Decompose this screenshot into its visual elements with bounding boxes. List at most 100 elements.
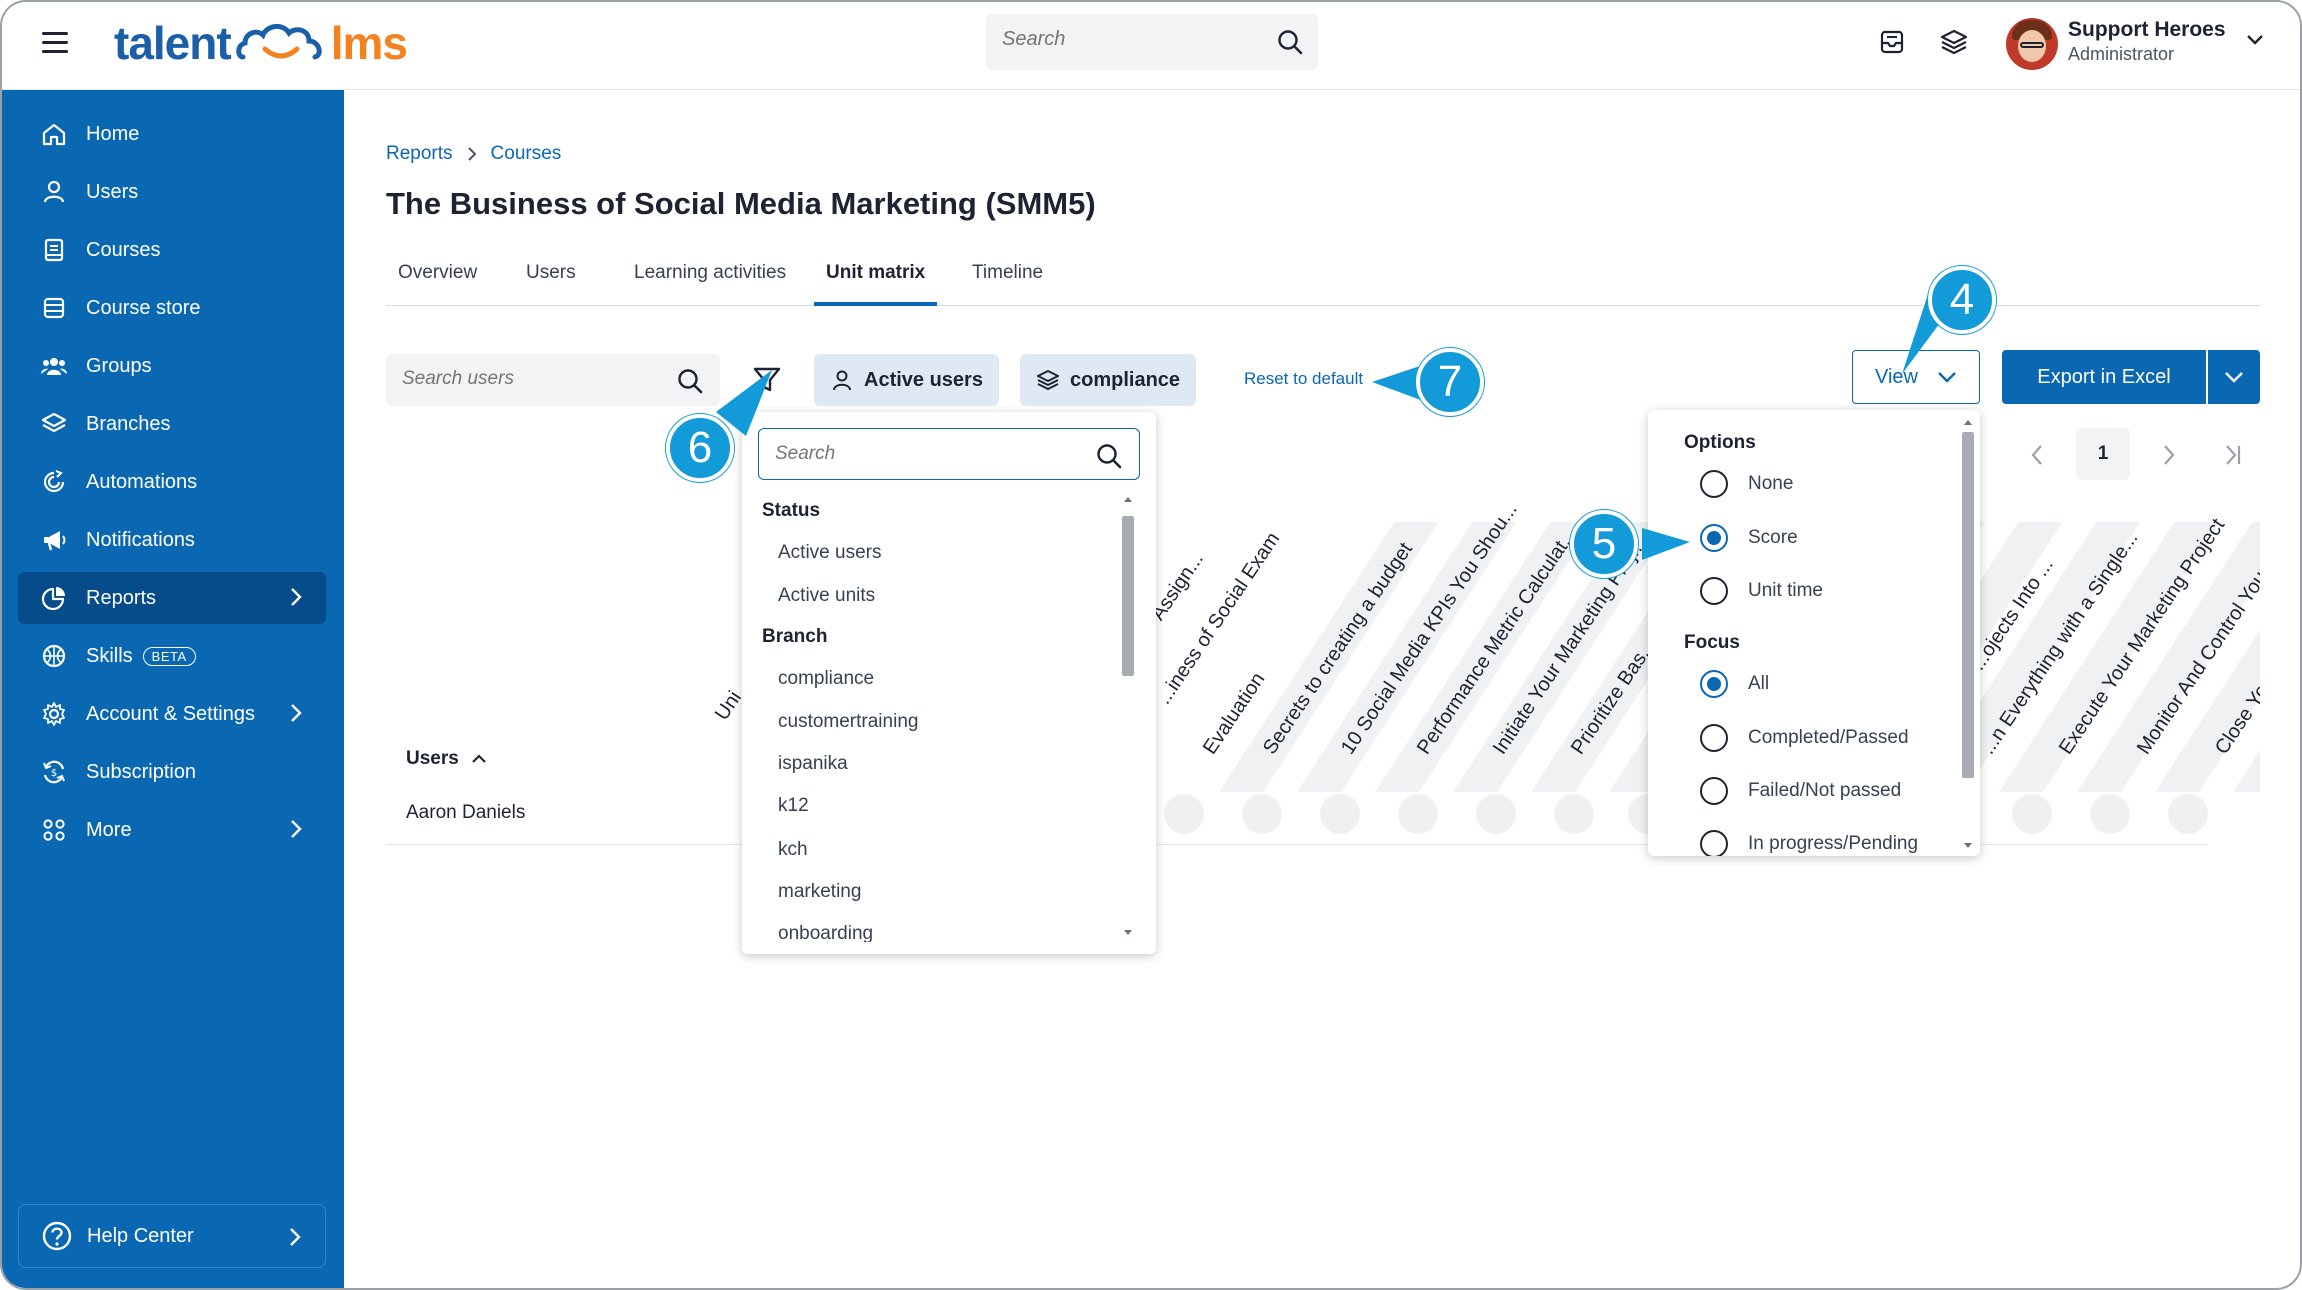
export-options-button[interactable]	[2208, 350, 2260, 404]
unit-status-cell[interactable]	[2090, 794, 2130, 834]
filter-list-clip: onboarding	[742, 920, 1120, 942]
table-row-user-name[interactable]: Aaron Daniels	[406, 802, 525, 824]
search-icon[interactable]	[676, 367, 704, 395]
unit-status-cell[interactable]	[1554, 794, 1594, 834]
radio-button[interactable]	[1700, 777, 1728, 805]
view-option-none[interactable]: None	[1700, 468, 1793, 500]
scroll-down-icon[interactable]	[1122, 928, 1134, 938]
tab-users[interactable]: Users	[514, 262, 588, 306]
view-group-options: Options	[1684, 432, 1756, 453]
reset-to-default-link[interactable]: Reset to default	[1244, 369, 1363, 389]
help-center-button[interactable]: Help Center	[18, 1204, 326, 1268]
global-search[interactable]	[986, 14, 1318, 70]
sidebar-item-label: More	[86, 818, 132, 841]
unit-status-cell[interactable]	[1320, 794, 1360, 834]
sidebar-item-subscription[interactable]: $ Subscription	[18, 746, 326, 798]
breadcrumb-reports-link[interactable]: Reports	[386, 143, 453, 165]
view-option-unit-time[interactable]: Unit time	[1700, 575, 1823, 607]
tab-unit-matrix[interactable]: Unit matrix	[814, 262, 938, 306]
unit-column-header[interactable]: Assign...	[1147, 549, 1209, 625]
radio-button[interactable]	[1700, 470, 1728, 498]
view-scrollbar[interactable]	[1960, 418, 1976, 850]
unit-status-cell[interactable]	[1242, 794, 1282, 834]
sidebar-item-users[interactable]: Users	[18, 166, 326, 218]
sidebar-item-more[interactable]: More	[18, 804, 326, 856]
view-option-score[interactable]: Score	[1700, 522, 1798, 554]
focus-option-all[interactable]: All	[1700, 668, 1769, 700]
tab-timeline[interactable]: Timeline	[960, 262, 1055, 306]
talentlms-logo[interactable]: talent lms	[114, 16, 408, 70]
tab-learning-activities[interactable]: Learning activities	[622, 262, 798, 306]
scroll-up-icon[interactable]	[1963, 418, 1973, 426]
chevron-down-icon[interactable]	[2246, 34, 2264, 46]
sidebar-item-skills[interactable]: Skills BETA	[18, 630, 326, 682]
unit-status-cell[interactable]	[1398, 794, 1438, 834]
sidebar-item-account-settings[interactable]: Account & Settings	[18, 688, 326, 740]
tab-overview[interactable]: Overview	[386, 262, 489, 306]
sidebar-item-groups[interactable]: Groups	[18, 340, 326, 392]
chevron-right-icon[interactable]	[2162, 444, 2176, 466]
branch-chip[interactable]: compliance	[1020, 354, 1197, 406]
focus-option-in-progress[interactable]: In progress/Pending	[1700, 828, 1918, 856]
filter-option-branch[interactable]: marketing	[778, 881, 861, 903]
messages-icon[interactable]	[1876, 26, 1908, 58]
filter-search-field[interactable]	[758, 428, 1140, 480]
avatar[interactable]	[2006, 18, 2058, 70]
filter-option-branch[interactable]: compliance	[778, 668, 874, 690]
sidebar-item-automations[interactable]: Automations	[18, 456, 326, 508]
role-switch-icon[interactable]	[1938, 26, 1970, 58]
filter-option-branch[interactable]: kch	[778, 839, 808, 861]
radio-button-selected[interactable]	[1700, 524, 1728, 552]
filter-search-input[interactable]	[775, 443, 1075, 465]
focus-option-completed[interactable]: Completed/Passed	[1700, 722, 1909, 754]
unit-status-cell[interactable]	[2012, 794, 2052, 834]
filter-option-active-users[interactable]: Active users	[778, 542, 881, 564]
sort-asc-icon[interactable]	[471, 754, 487, 764]
chevron-right-icon	[291, 704, 302, 722]
store-icon	[43, 297, 65, 319]
global-search-input[interactable]	[1002, 28, 1252, 51]
sidebar-item-courses[interactable]: Courses	[18, 224, 326, 276]
unit-status-cell[interactable]	[1476, 794, 1516, 834]
users-column-header[interactable]: Users	[406, 748, 487, 770]
chevron-left-icon[interactable]	[2030, 444, 2044, 466]
search-icon[interactable]	[1095, 442, 1123, 470]
unit-status-cell[interactable]	[1164, 794, 1204, 834]
sidebar-item-label: Notifications	[86, 528, 195, 551]
export-excel-button[interactable]: Export in Excel	[2002, 350, 2206, 404]
filter-option-branch[interactable]: ispanika	[778, 753, 848, 775]
sidebar-item-reports[interactable]: Reports	[18, 572, 326, 624]
scrollbar-thumb[interactable]	[1122, 516, 1134, 676]
sidebar-item-home[interactable]: Home	[18, 108, 326, 160]
filter-option-branch[interactable]: k12	[778, 795, 809, 817]
scroll-up-icon[interactable]	[1122, 494, 1134, 504]
radio-button-selected[interactable]	[1700, 670, 1728, 698]
scrollbar-thumb[interactable]	[1962, 432, 1974, 778]
search-users-field[interactable]	[386, 354, 720, 406]
focus-option-failed[interactable]: Failed/Not passed	[1700, 775, 1901, 807]
radio-button[interactable]	[1700, 577, 1728, 605]
scroll-down-icon[interactable]	[1963, 842, 1973, 850]
view-option-label: Unit time	[1748, 580, 1823, 601]
hamburger-menu-icon[interactable]	[42, 32, 68, 54]
last-page-icon[interactable]	[2224, 444, 2242, 466]
sidebar-item-label: Automations	[86, 470, 198, 493]
sidebar-item-branches[interactable]: Branches	[18, 398, 326, 450]
filter-scrollbar[interactable]	[1120, 494, 1134, 940]
sidebar-item-notifications[interactable]: Notifications	[18, 514, 326, 566]
book-icon	[44, 238, 64, 262]
filter-option-branch[interactable]: onboarding	[778, 923, 873, 942]
current-page[interactable]: 1	[2076, 428, 2130, 480]
search-icon[interactable]	[1276, 28, 1304, 56]
filter-option-active-units[interactable]: Active units	[778, 585, 875, 607]
megaphone-icon	[44, 531, 66, 551]
active-users-chip[interactable]: Active users	[814, 354, 999, 406]
radio-button[interactable]	[1700, 830, 1728, 856]
radio-button[interactable]	[1700, 724, 1728, 752]
breadcrumb-courses-link[interactable]: Courses	[491, 143, 562, 165]
unit-status-cell[interactable]	[2168, 794, 2208, 834]
user-menu[interactable]: Support Heroes Administrator	[2000, 12, 2270, 76]
filter-option-branch[interactable]: customertraining	[778, 711, 918, 733]
search-users-input[interactable]	[402, 368, 662, 390]
sidebar-item-course-store[interactable]: Course store	[18, 282, 326, 334]
